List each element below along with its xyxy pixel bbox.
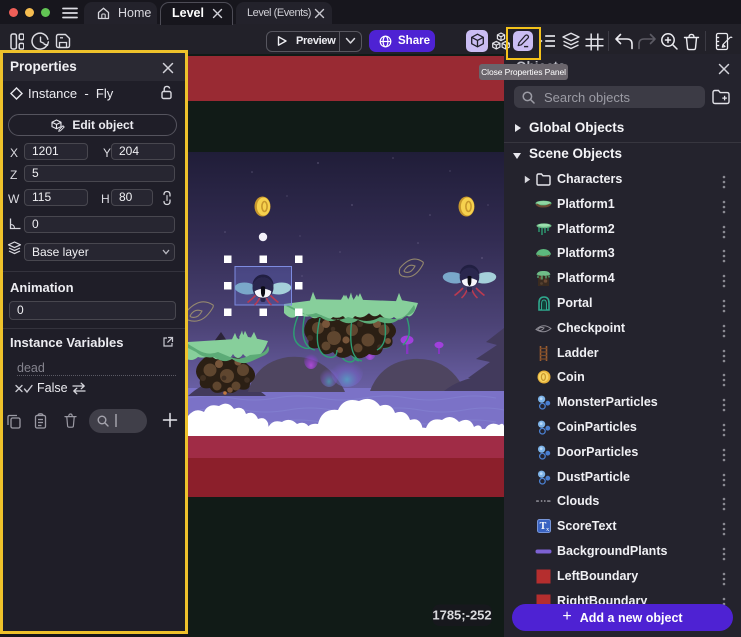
svg-text:1785;-252: 1785;-252 [432,608,491,623]
